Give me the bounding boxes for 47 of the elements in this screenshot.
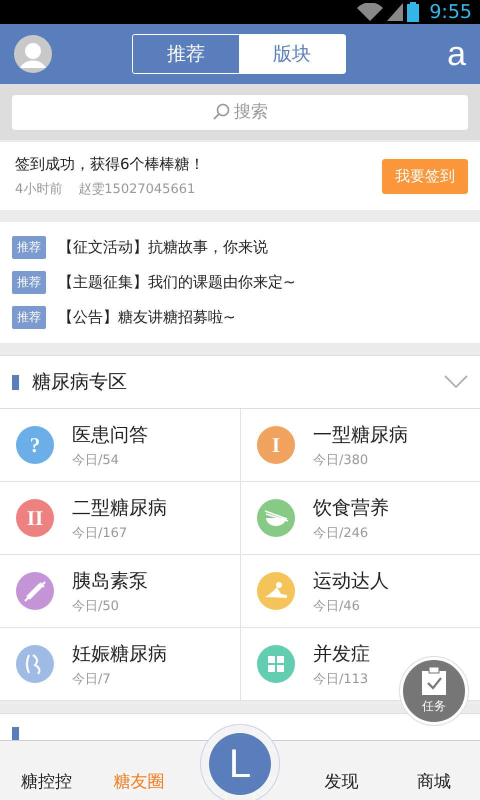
header-tab[interactable]: 版块 — [239, 35, 345, 73]
forum-name: 运动达人 — [313, 568, 389, 594]
section-title: 糖尿病专区 — [32, 370, 127, 395]
battery-icon — [407, 2, 420, 22]
news-link[interactable]: 【公告】糖友讲糖招募啦~ — [58, 308, 236, 327]
forum-name: 饮食营养 — [313, 496, 389, 520]
forum-count: 今日/7 — [72, 670, 112, 688]
header-letter[interactable]: a — [447, 34, 466, 74]
forum-count: 今日/54 — [72, 452, 120, 468]
checkin-user: 赵雯15027045661 — [78, 180, 196, 198]
chevron-down-icon[interactable] — [444, 375, 468, 389]
news-link[interactable]: 【主题征集】我们的课题由你来定~ — [58, 273, 296, 292]
forum-count: 今日/246 — [313, 524, 370, 542]
center-button[interactable]: L — [209, 733, 271, 795]
forum-name: 妊娠糖尿病 — [72, 642, 167, 666]
signal-icon — [387, 3, 404, 21]
forum-icon: II — [16, 499, 54, 537]
forum-name: 并发症 — [313, 642, 370, 666]
nav-tab[interactable]: 发现 — [295, 769, 388, 794]
nav-tab[interactable]: 商城 — [388, 769, 480, 794]
section-marker — [12, 374, 19, 390]
clipboard-icon — [421, 667, 447, 695]
search-icon — [212, 102, 230, 120]
nav-tab[interactable]: 糖友圈 — [92, 769, 185, 794]
forum-icon: I — [257, 426, 295, 464]
search-field[interactable]: 搜索 — [12, 94, 468, 130]
forum-name: 二型糖尿病 — [72, 496, 167, 520]
forum-icon: ? — [16, 426, 54, 464]
status-time: 9:55 — [429, 1, 472, 23]
avatar-icon[interactable] — [14, 35, 52, 73]
forum-count: 今日/46 — [313, 598, 361, 614]
forum-count: 今日/167 — [72, 524, 128, 542]
news-tag: 推荐 — [12, 306, 46, 329]
checkin-message: 签到成功，获得6个棒棒糖！ — [15, 154, 206, 174]
forum-count: 今日/113 — [313, 670, 370, 688]
forum-name: 胰岛素泵 — [72, 568, 148, 594]
news-link[interactable]: 【征文活动】抗糖故事，你来说 — [58, 238, 268, 257]
forum-name: 医患问答 — [72, 422, 148, 448]
checkin-time: 4小时前 — [15, 180, 62, 198]
news-tag: 推荐 — [12, 271, 46, 294]
wifi-icon — [357, 3, 384, 21]
nav-tab[interactable]: 糖控控 — [0, 769, 92, 794]
forum-count: 今日/380 — [313, 452, 370, 468]
forum-name: 一型糖尿病 — [313, 422, 408, 448]
forum-count: 今日/50 — [72, 598, 120, 614]
news-tag: 推荐 — [12, 236, 46, 259]
section-marker — [12, 726, 19, 742]
